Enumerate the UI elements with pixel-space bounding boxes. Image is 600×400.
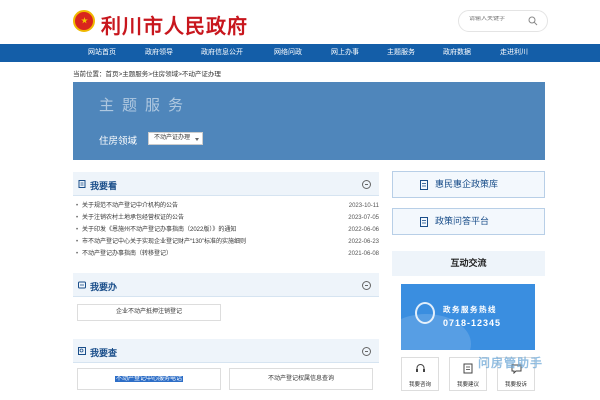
nav-item-gov-data[interactable]: 政府数据 [443,44,471,62]
list-item[interactable]: 关于规范不动产登记中介机构的公告 2023-10-11 [73,200,379,212]
section-title: 我要看 [90,181,118,191]
nav-item-leaders[interactable]: 政府领导 [145,44,173,62]
document-icon [420,217,428,227]
nav-item-online-inquiry[interactable]: 网络问政 [274,44,302,62]
banner-title: 主题服务 [99,98,192,114]
service-link[interactable]: 企业不动产抵押注销登记 [77,304,221,321]
news-date: 2022-06-06 [348,227,379,233]
news-list: 关于规范不动产登记中介机构的公告 2023-10-11 关于注销农村土地承包经营权… [73,200,379,260]
query-icon [78,347,86,355]
watermark-text: 问房管助手 [478,356,544,370]
list-item[interactable]: 不动产登记办事指南（转移登记） 2021-06-08 [73,248,379,260]
news-date: 2022-06-23 [348,239,379,245]
news-title[interactable]: 关于注销农村土地承包经营权证的公告 [82,212,184,224]
section-woyaocha: 我要查 不动产登记中心服务电话 不动产登记权属信息查询 [73,339,379,395]
nav-item-home[interactable]: 网站首页 [88,44,116,62]
policy-qa-button[interactable]: 政策问答平台 [392,208,545,235]
document-icon [420,180,428,190]
policy-library-label: 惠民惠企政策库 [435,179,499,189]
news-date: 2023-10-11 [348,203,379,209]
query-link[interactable]: 不动产登记中心服务电话 [77,368,221,390]
news-title[interactable]: 关于规范不动产登记中介机构的公告 [82,200,178,212]
tile-consult[interactable]: 我要咨询 [401,357,439,391]
headset-icon [415,302,435,324]
section-woyaoban: 我要办 企业不动产抵押注销登记 [73,273,379,325]
section-header: 我要办 [73,273,379,297]
site-title[interactable]: 利川市人民政府 [101,10,248,39]
query-link-label: 不动产登记中心服务电话 [114,376,183,382]
nav-item-about-lichuan[interactable]: 走进利川 [500,44,528,62]
section-woyaokan: 我要看 关于规范不动产登记中介机构的公告 2023-10-11 关于注销农村土地承… [73,172,379,262]
hotline-number: 0718-12345 [443,318,502,328]
topic-select[interactable]: 不动产证办理 [148,132,204,145]
collapse-icon[interactable] [362,180,371,189]
collapse-icon[interactable] [362,347,371,356]
tile-label: 我要建议 [456,382,479,388]
section-title: 我要办 [90,282,118,292]
tile-label: 我要咨询 [408,382,431,388]
hotline-title: 政务服务热线 [443,305,497,314]
section-header: 我要查 [73,339,379,363]
news-title[interactable]: 市不动产登记中心关于实现企业登记财产“130”标准的实施细则 [82,236,246,248]
policy-library-button[interactable]: 惠民惠企政策库 [392,171,545,198]
collapse-icon[interactable] [362,281,371,290]
breadcrumb-path[interactable]: 首页>主题服务>住房领域>不动产证办理 [106,71,221,78]
policy-qa-label: 政策问答平台 [435,216,490,226]
site-header: 利川市人民政府 [0,0,600,44]
nav-item-info-public[interactable]: 政府信息公开 [201,44,243,62]
query-link[interactable]: 不动产登记权属信息查询 [229,368,373,390]
interaction-title: 互动交流 [392,251,545,276]
document-icon [78,180,86,188]
national-emblem-icon [73,10,95,32]
list-item[interactable]: 市不动产登记中心关于实现企业登记财产“130”标准的实施细则 2022-06-23 [73,236,379,248]
handle-icon [78,281,86,289]
news-title[interactable]: 关于印发《恩施州不动产登记办事指南（2022版）》的通知 [82,224,236,236]
list-item[interactable]: 关于印发《恩施州不动产登记办事指南（2022版）》的通知 2022-06-06 [73,224,379,236]
news-title[interactable]: 不动产登记办事指南（转移登记） [82,248,172,260]
search-icon[interactable] [528,16,538,26]
headset-icon [415,364,425,372]
news-date: 2023-07-05 [348,215,379,221]
breadcrumb: 当前位置：首页>主题服务>住房领域>不动产证办理 [73,68,221,78]
chevron-down-icon [195,138,200,141]
search-input[interactable] [469,16,529,22]
topic-select-value: 不动产证办理 [154,135,191,141]
nav-item-topic-service[interactable]: 主题服务 [387,44,415,62]
section-header: 我要看 [73,172,379,196]
main-nav: 网站首页 政府领导 政府信息公开 网络问政 网上办事 主题服务 政府数据 走进利… [0,44,600,62]
topic-banner: 主题服务 住房领域 不动产证办理 [73,82,545,160]
hotline-banner[interactable]: 政务服务热线 0718-12345 [401,284,535,350]
banner-domain-label: 住房领域 [99,136,138,147]
edit-icon [463,363,472,374]
breadcrumb-prefix: 当前位置： [73,71,106,78]
list-item[interactable]: 关于注销农村土地承包经营权证的公告 2023-07-05 [73,212,379,224]
section-title: 我要查 [90,348,118,358]
tile-label: 我要投诉 [504,382,527,388]
nav-item-online-service[interactable]: 网上办事 [331,44,359,62]
news-date: 2021-06-08 [348,251,379,257]
search-box[interactable] [458,10,548,32]
